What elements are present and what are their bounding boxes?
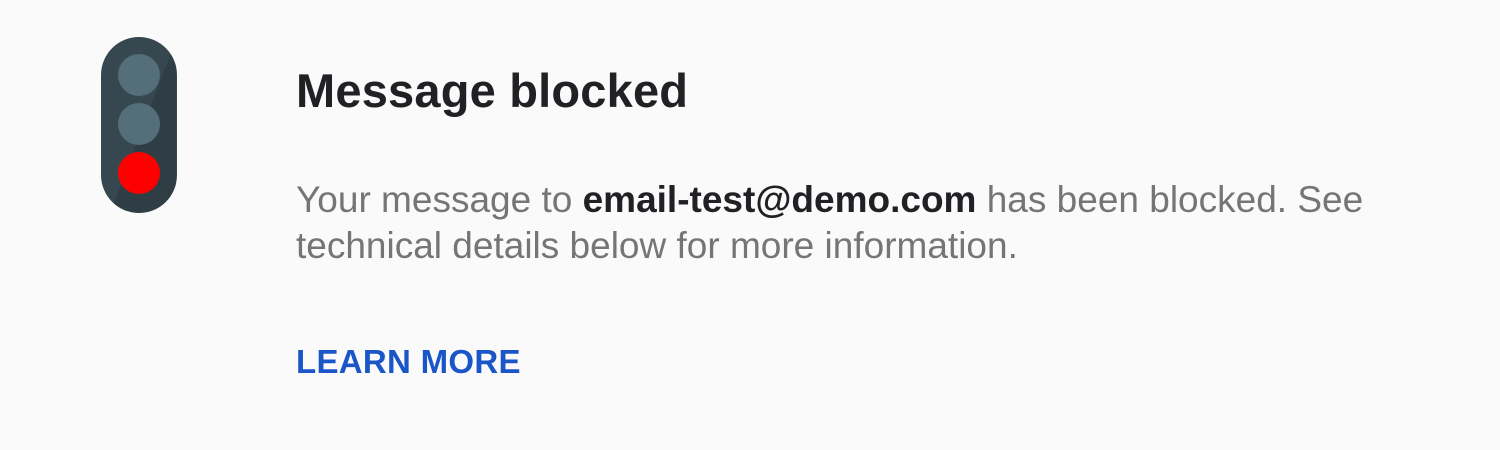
message-prefix: Your message to: [296, 179, 583, 220]
learn-more-link[interactable]: LEARN MORE: [296, 342, 521, 382]
blocked-message-text: Your message to email-test@demo.com has …: [296, 177, 1456, 269]
traffic-light-icon: [100, 36, 178, 214]
blocked-message-card: Message blocked Your message to email-te…: [0, 0, 1500, 450]
blocked-message-content: Message blocked Your message to email-te…: [296, 62, 1456, 382]
page-title: Message blocked: [296, 64, 689, 117]
recipient-email: email-test@demo.com: [582, 179, 977, 220]
